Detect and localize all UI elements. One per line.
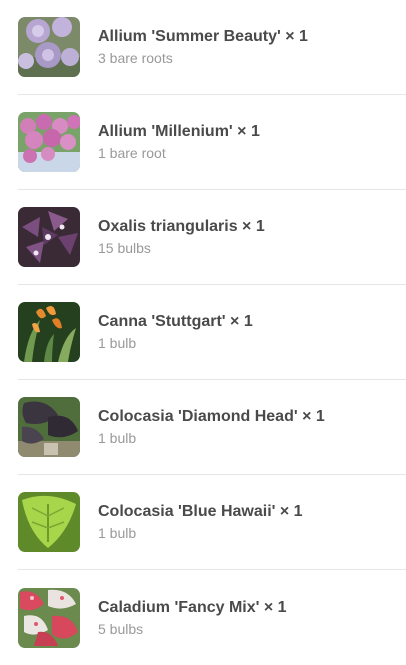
list-item[interactable]: Oxalis triangularis × 1 15 bulbs bbox=[18, 190, 406, 285]
list-item[interactable]: Allium 'Millenium' × 1 1 bare root bbox=[18, 95, 406, 190]
colocasia-diamond-head-photo bbox=[18, 397, 80, 457]
list-item[interactable]: Caladium 'Fancy Mix' × 1 5 bulbs bbox=[18, 570, 406, 665]
caladium-fancy-mix-photo bbox=[18, 587, 80, 648]
canna-stuttgart-photo bbox=[18, 302, 80, 362]
allium-summer-beauty-photo bbox=[18, 17, 80, 77]
colocasia-blue-hawaii-photo bbox=[18, 492, 80, 552]
list-item[interactable]: Colocasia 'Blue Hawaii' × 1 1 bulb bbox=[18, 475, 406, 570]
item-quantity: 15 bulbs bbox=[98, 240, 151, 256]
product-thumbnail[interactable] bbox=[18, 397, 80, 457]
product-thumbnail[interactable] bbox=[18, 112, 80, 172]
item-quantity: 5 bulbs bbox=[98, 620, 144, 637]
list-item[interactable]: Colocasia 'Diamond Head' × 1 1 bulb bbox=[18, 380, 406, 475]
item-quantity: 1 bare root bbox=[98, 145, 166, 161]
item-title[interactable]: Colocasia 'Blue Hawaii' × 1 bbox=[98, 502, 303, 522]
item-quantity: 1 bulb bbox=[98, 335, 137, 351]
product-thumbnail[interactable] bbox=[18, 492, 80, 552]
list-item[interactable]: Allium 'Summer Beauty' × 1 3 bare roots bbox=[18, 0, 406, 95]
order-items-list: Allium 'Summer Beauty' × 1 3 bare roots … bbox=[18, 0, 406, 665]
product-thumbnail[interactable] bbox=[18, 302, 80, 362]
item-title[interactable]: Allium 'Summer Beauty' × 1 bbox=[98, 27, 308, 47]
product-thumbnail[interactable] bbox=[18, 207, 80, 267]
item-quantity: 1 bulb bbox=[98, 525, 137, 541]
allium-millenium-photo bbox=[18, 112, 80, 172]
item-title[interactable]: Canna 'Stuttgart' × 1 bbox=[98, 312, 253, 332]
oxalis-triangularis-photo bbox=[18, 207, 80, 267]
product-thumbnail[interactable] bbox=[18, 587, 80, 648]
item-title[interactable]: Allium 'Millenium' × 1 bbox=[98, 122, 260, 142]
item-quantity: 3 bare roots bbox=[98, 50, 173, 66]
product-thumbnail[interactable] bbox=[18, 17, 80, 77]
item-title[interactable]: Colocasia 'Diamond Head' × 1 bbox=[98, 407, 325, 427]
item-title[interactable]: Oxalis triangularis × 1 bbox=[98, 217, 265, 237]
item-quantity: 1 bulb bbox=[98, 430, 137, 446]
list-item[interactable]: Canna 'Stuttgart' × 1 1 bulb bbox=[18, 285, 406, 380]
item-title[interactable]: Caladium 'Fancy Mix' × 1 bbox=[98, 598, 287, 618]
